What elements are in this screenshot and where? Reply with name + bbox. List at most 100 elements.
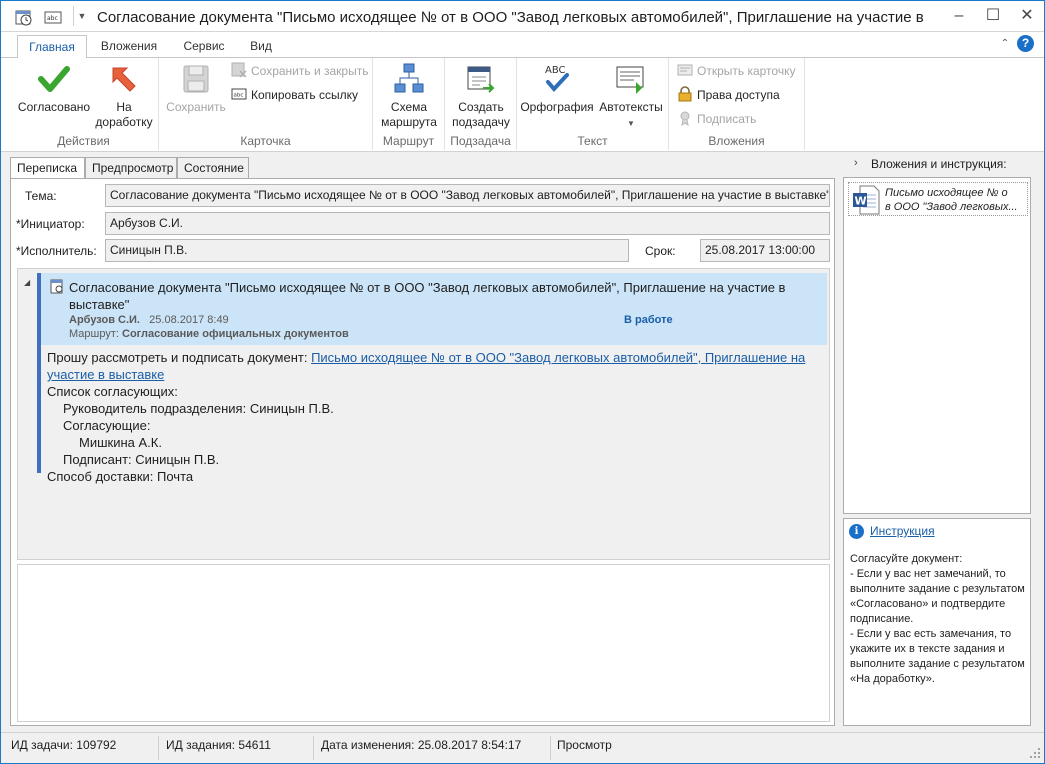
message-thread: ◢ Согласование документа "Письмо исходящ… [17,268,830,560]
subject-field[interactable]: Согласование документа "Письмо исходящее… [105,184,830,207]
rework-label-2: доработку [95,115,153,129]
delivery-method: Способ доставки: Почта [47,469,194,484]
group-card: Сохранить Сохранить и закрыть abc Копиро… [159,58,373,150]
view-mode: Просмотр [557,738,612,752]
save-close-button[interactable]: Сохранить и закрыть [231,61,368,81]
task-document-icon [50,279,63,294]
spellcheck-small-icon[interactable]: abc [44,8,62,26]
reply-text-area[interactable] [17,564,830,722]
return-arrow-icon [112,67,136,92]
tab-attachments[interactable]: Вложения [93,35,165,58]
tab-main[interactable]: Главная [17,35,87,58]
message-meta: Арбузов С.И. 25.08.2017 8:49 [69,314,229,326]
attachment-item[interactable]: W Письмо исходящее № о в ООО "Завод легк… [848,182,1028,216]
message-title: Согласование документа "Письмо исходящее… [69,280,786,312]
deadline-label: Срок: [645,244,676,258]
tab-state[interactable]: Состояние [177,157,249,179]
message-header[interactable]: Согласование документа "Письмо исходящее… [41,273,827,345]
window-title: Согласование документа "Письмо исходящее… [97,9,927,26]
save-label: Сохранить [166,100,226,114]
message-body-intro: Прошу рассмотреть и подписать документ: … [47,349,805,366]
create-subtask-icon [467,66,495,93]
save-close-icon [231,62,247,78]
status-bar: ИД задачи: 109792 ИД задания: 54611 Дата… [1,732,1044,763]
autotext-label: Автотексты [599,100,663,114]
collapse-triangle-icon[interactable]: ◢ [24,279,32,287]
svg-text:abc: abc [47,15,58,22]
tab-preview[interactable]: Предпросмотр [85,157,177,179]
correspondence-panel: Тема: Согласование документа "Письмо исх… [10,178,835,726]
route-scheme-label-1: Схема [390,100,428,114]
close-button[interactable]: ✕ [1010,1,1044,31]
save-close-label: Сохранить и закрыть [251,64,369,78]
word-document-icon: W [853,185,880,215]
route-label: Маршрут: [69,328,119,340]
statusbar-separator-1 [158,736,159,760]
create-subtask-label-1: Создать [458,100,504,114]
initiator-field[interactable]: Арбузов С.И. [105,212,830,235]
access-rights-button[interactable]: Права доступа [677,85,780,105]
ribbon-tab-strip: Главная Вложения Сервис Вид ⌃ ? [1,32,1044,58]
attachment-name-1: Письмо исходящее № о [885,187,1008,199]
lock-icon [678,86,692,102]
open-card-label: Открыть карточку [697,64,796,78]
attachment-name-2: в ООО "Завод легковых... [885,201,1018,213]
sign-label: Подписать [697,112,757,126]
autotext-icon [616,66,644,94]
copy-link-button[interactable]: abc Копировать ссылку [231,85,358,105]
title-bar: abc ▼ Согласование документа "Письмо исх… [1,1,1044,32]
titlebar-separator [73,6,74,26]
svg-text:abc: abc [234,93,244,99]
copy-link-label: Копировать ссылку [251,88,358,102]
assignment-id: ИД задания: 54611 [166,738,271,752]
task-window: abc ▼ Согласование документа "Письмо исх… [0,0,1045,764]
approve-button[interactable]: Согласовано [15,62,93,115]
message-status: В работе [624,314,673,326]
group-text: ABC Орфография Автотексты ▼ Текст [517,58,669,150]
checkmark-icon [38,66,70,92]
initiator-label: *Инициатор: [16,217,85,231]
quick-access-dropdown-icon[interactable]: ▼ [77,9,87,23]
autotext-button[interactable]: Автотексты ▼ [595,62,667,131]
approvers-title: Список согласующих: [47,384,178,399]
statusbar-separator-2 [313,736,314,760]
resize-grip-icon[interactable] [1029,747,1041,759]
create-subtask-label-2: подзадачу [452,115,510,129]
group-attachments-label: Вложения [708,134,765,148]
expand-chevron-icon[interactable]: › [854,157,858,169]
deadline-field[interactable]: 25.08.2017 13:00:00 [700,239,830,262]
executor-field[interactable]: Синицын П.В. [105,239,629,262]
route-scheme-button[interactable]: Схема маршрута [375,62,443,130]
tab-view[interactable]: Вид [241,35,281,58]
minimize-button[interactable]: – [942,1,976,31]
instruction-panel: i Инструкция Согласуйте документ: - Если… [843,518,1031,726]
attachments-panel-header: Вложения и инструкция: [871,157,1007,171]
route-scheme-icon [394,63,424,93]
help-icon[interactable]: ? [1017,35,1034,52]
group-subtask: Создать подзадачу Подзадача [445,58,517,150]
group-actions-label: Действия [57,134,110,148]
document-link-continued[interactable]: участие в выставке [47,366,164,383]
tab-service[interactable]: Сервис [173,35,235,58]
attachment-name: Письмо исходящее № о в ООО "Завод легков… [885,186,1025,214]
maximize-button[interactable]: ☐ [976,1,1010,31]
sign-seal-icon [680,111,690,126]
open-card-button[interactable]: Открыть карточку [677,61,795,81]
instruction-link[interactable]: Инструкция [870,524,935,538]
document-link[interactable]: Письмо исходящее № от в ООО "Завод легко… [311,350,805,365]
approve-label: Согласовано [17,100,91,114]
message-author: Арбузов С.И. [69,314,140,326]
tab-correspondence[interactable]: Переписка [10,157,85,180]
create-subtask-button[interactable]: Создать подзадачу [447,62,515,130]
task-clock-icon[interactable] [15,8,33,26]
ribbon-collapse-icon[interactable]: ⌃ [998,37,1012,51]
message-route: Маршрут: Согласование официальных докуме… [69,328,349,340]
spelling-button[interactable]: ABC Орфография [519,62,595,115]
approvers-label: Согласующие: [63,418,151,433]
statusbar-separator-3 [550,736,551,760]
save-button[interactable]: Сохранить [163,62,229,115]
sign-button[interactable]: Подписать [677,109,756,129]
route-value: Согласование официальных документов [122,328,349,340]
rework-button[interactable]: На доработку [91,62,157,130]
svg-text:ABC: ABC [545,65,566,76]
